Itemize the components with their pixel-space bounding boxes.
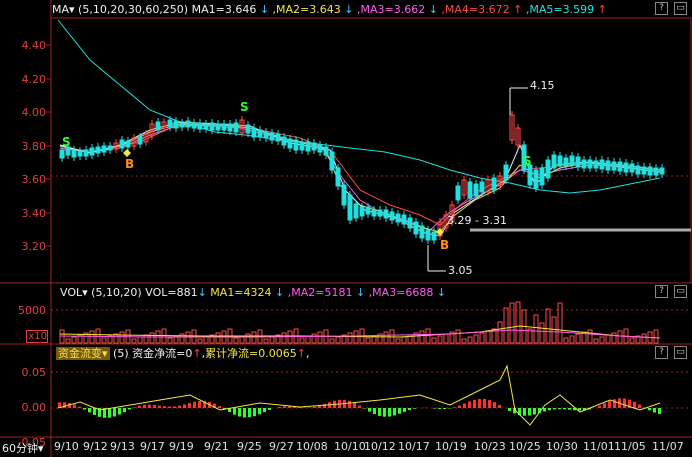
date-label: 11/05	[614, 440, 646, 453]
date-label: 10/10	[334, 440, 366, 453]
y-tick-4.00: 4.00	[21, 106, 47, 119]
volume-indicator-params: (5,10,20)	[91, 286, 142, 299]
low-price-label: 3.05	[448, 264, 473, 277]
y-tick-3.60: 3.60	[21, 173, 47, 186]
chart-canvas	[0, 0, 692, 457]
ma-value-4: ,MA4=3.672	[437, 3, 514, 16]
period-selector[interactable]: 60分钟▾	[2, 440, 44, 456]
flow-indicator-params: (5)	[113, 347, 129, 360]
date-label: 9/13	[110, 440, 135, 453]
volume-value: VOL=881	[145, 286, 198, 299]
date-label: 10/12	[364, 440, 396, 453]
flow-help-button[interactable]: ?	[655, 346, 668, 359]
volume-help-button[interactable]: ?	[655, 285, 668, 298]
main-indicator-selector[interactable]: MA▾	[52, 3, 75, 16]
main-help-button[interactable]: ?	[655, 2, 668, 15]
flow-cumulative-value: 累计净流=0.0065	[205, 347, 297, 360]
high-price-label: 4.15	[530, 79, 555, 92]
date-label: 10/30	[546, 440, 578, 453]
date-label: 10/19	[435, 440, 467, 453]
date-label: 10/23	[474, 440, 506, 453]
ma-value-5: ,MA5=3.599	[522, 3, 598, 16]
flow-y-tick-0.05: 0.05	[21, 366, 47, 379]
ma-value-3: ,MA3=3.662	[353, 3, 429, 16]
date-label: 9/27	[269, 440, 294, 453]
ma-value-2: ,MA2=3.643	[269, 3, 345, 16]
date-label: 9/19	[169, 440, 194, 453]
y-tick-4.40: 4.40	[21, 39, 47, 52]
signal-buy-2: B	[440, 238, 450, 252]
flow-indicator-selector[interactable]: 资金流变▾	[56, 347, 110, 360]
main-indicator-header: MA▾ (5,10,20,30,60,250) MA1=3.646 ↓ ,MA2…	[52, 1, 607, 18]
y-tick-3.80: 3.80	[21, 140, 47, 153]
main-ma-values: MA1=3.646 ↓ ,MA2=3.643 ↓ ,MA3=3.662 ↓ ,M…	[191, 3, 607, 16]
signal-sell-1: S	[62, 135, 71, 149]
range-price-label: 3.29 - 3.31	[447, 214, 507, 227]
volume-ma-values: MA1=4324 ↓ ,MA2=5181 ↓ ,MA3=6688 ↓	[210, 286, 447, 299]
flow-indicator-header: 资金流变▾ (5) 资金净流=0↑,累计净流=0.0065↑,	[56, 347, 310, 360]
volume-expand-button[interactable]: ▭	[674, 285, 687, 298]
signal-sell-3: S	[523, 154, 532, 168]
vol-y-tick-5000: 5000	[18, 304, 46, 317]
main-indicator-params: (5,10,20,30,60,250)	[78, 3, 189, 16]
date-label: 9/25	[237, 440, 262, 453]
y-tick-4.20: 4.20	[21, 73, 47, 86]
volume-indicator-selector[interactable]: VOL▾	[60, 286, 88, 299]
vol-ma-value-2: ,MA2=5181	[284, 286, 356, 299]
signal-sell-2: S	[240, 100, 249, 114]
date-label: 9/21	[204, 440, 229, 453]
flow-net-value: 资金净流=0	[132, 347, 193, 360]
ma-value-1: MA1=3.646	[191, 3, 260, 16]
date-label: 11/01	[583, 440, 615, 453]
flow-y-tick-0.00: 0.00	[21, 401, 47, 414]
y-tick-3.40: 3.40	[21, 207, 47, 220]
y-tick-3.20: 3.20	[21, 240, 47, 253]
flow-expand-button[interactable]: ▭	[674, 346, 687, 359]
volume-indicator-header: VOL▾ (5,10,20) VOL=881↓ MA1=4324 ↓ ,MA2=…	[60, 286, 447, 299]
date-label: 11/07	[652, 440, 684, 453]
date-label: 9/17	[140, 440, 165, 453]
vol-ma-value-1: MA1=4324	[210, 286, 276, 299]
vol-y-unit: x10	[26, 330, 48, 343]
date-label: 10/25	[509, 440, 541, 453]
signal-buy-1: B	[125, 157, 135, 171]
date-label: 10/08	[296, 440, 328, 453]
main-expand-button[interactable]: ▭	[674, 2, 687, 15]
vol-ma-value-3: ,MA3=6688	[365, 286, 437, 299]
date-label: 9/12	[83, 440, 108, 453]
date-label: 9/10	[54, 440, 79, 453]
date-label: 10/17	[398, 440, 430, 453]
